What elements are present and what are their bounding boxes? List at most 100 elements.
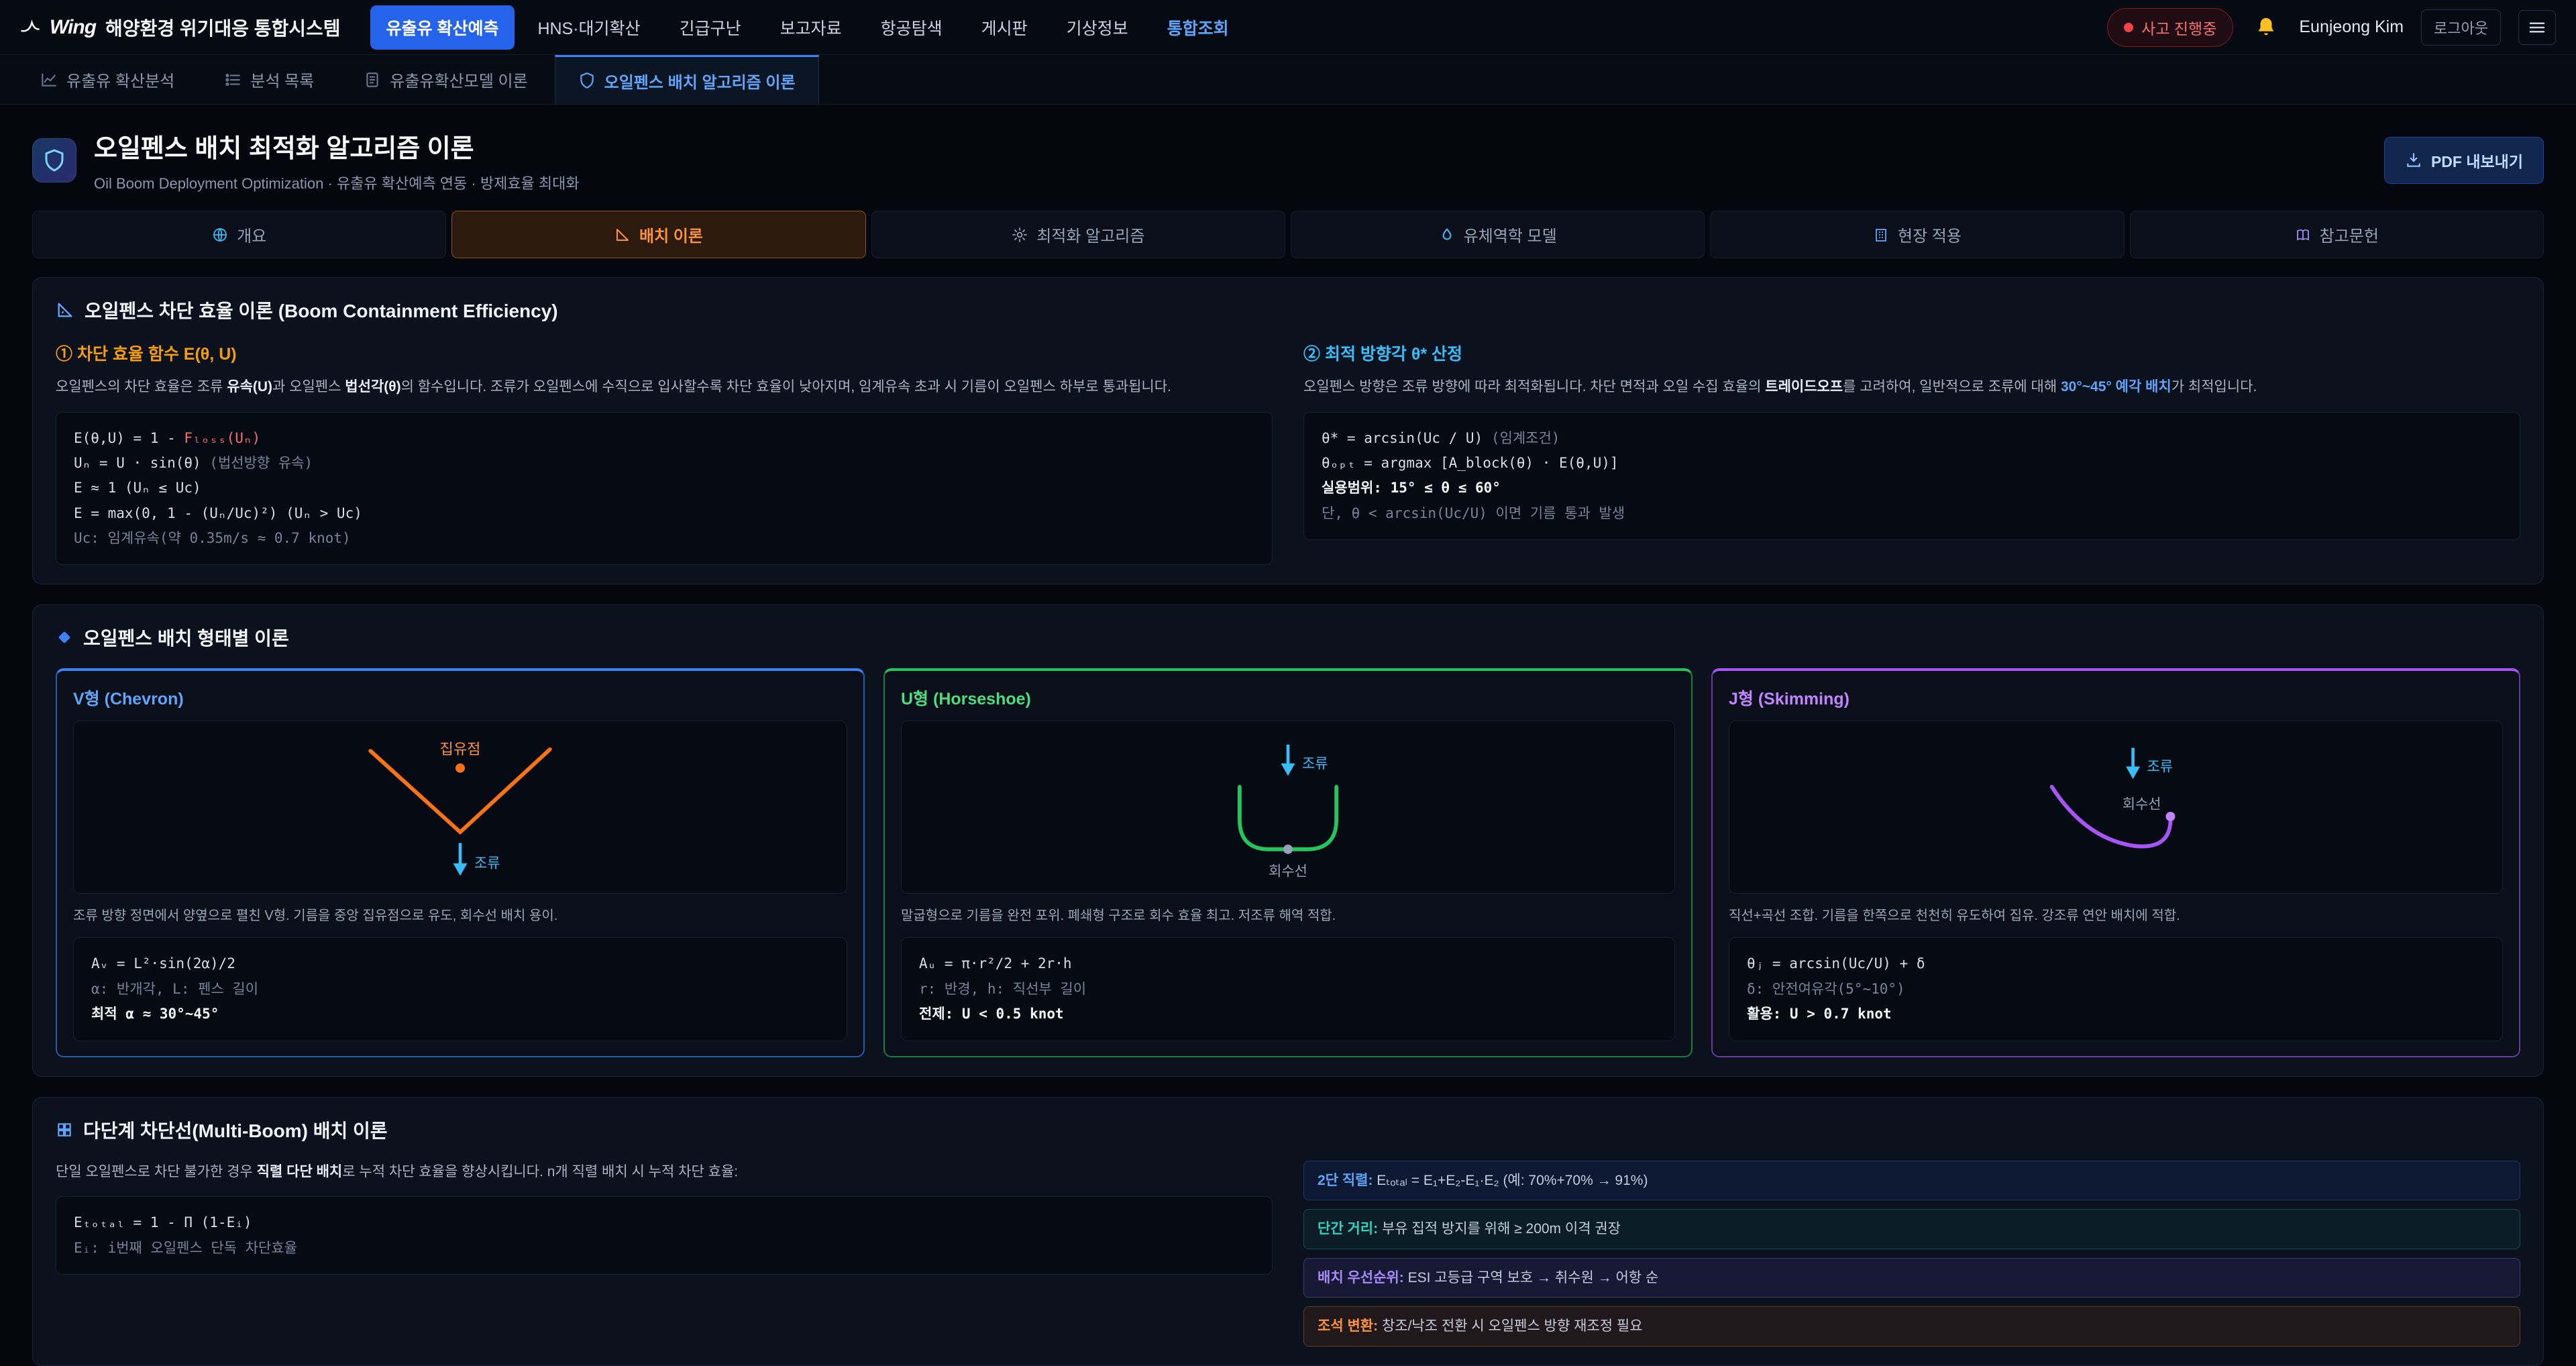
- multiboom-left-column: 단일 오일펜스로 차단 불가한 경우 직렬 다단 배치로 누적 차단 효율을 향…: [56, 1161, 1273, 1275]
- efficiency-left-column: ① 차단 효율 함수 E(θ, U) 오일펜스의 차단 효율은 조류 유속(U)…: [56, 341, 1273, 565]
- shape-card-skimming: J형 (Skimming) 조류 회수선 직선+곡선 조합. 기름을 한쪽으로 …: [1711, 668, 2520, 1057]
- globe-icon: [212, 227, 228, 243]
- card-title-row: 다단계 차단선(Multi-Boom) 배치 이론: [56, 1116, 2520, 1143]
- collection-point-label: 집유점: [440, 741, 481, 757]
- j-shape-diagram: 조류 회수선: [1729, 721, 2503, 894]
- bell-icon: [2255, 16, 2277, 39]
- tab-spill-analysis[interactable]: 유출유 확산분석: [17, 55, 197, 104]
- current-arrowhead: [2126, 767, 2140, 780]
- grid-icon: [56, 1121, 73, 1139]
- section-tab-label: 최적화 알고리즘: [1036, 223, 1144, 246]
- page-title-group: 오일펜스 배치 최적화 알고리즘 이론 Oil Boom Deployment …: [94, 127, 580, 193]
- logo-wordmark: Wing: [50, 16, 96, 39]
- set-square-icon: [614, 227, 631, 243]
- current-label: 조류: [474, 856, 500, 872]
- droplet-icon: [1439, 227, 1455, 243]
- section-tab-deployment-theory[interactable]: 배치 이론: [451, 211, 865, 258]
- v-boom-line: [370, 749, 550, 832]
- nav-item-weather[interactable]: 기상정보: [1051, 5, 1144, 50]
- building-icon: [1873, 227, 1889, 243]
- section-tab-optimization[interactable]: 최적화 알고리즘: [871, 211, 1285, 258]
- chart-icon: [40, 71, 58, 89]
- recovery-vessel-label: 회수선: [2123, 797, 2161, 812]
- u-shape-diagram: 조류 회수선: [901, 721, 1675, 894]
- card-title-row: 오일펜스 배치 형태별 이론: [56, 624, 2520, 651]
- pdf-export-label: PDF 내보내기: [2431, 149, 2523, 172]
- download-icon: [2405, 152, 2422, 169]
- tab-diffusion-model-theory[interactable]: 유출유확산모델 이론: [341, 55, 550, 104]
- section-tab-strip: 개요 배치 이론 최적화 알고리즘 유체역학 모델 현장 적용 참고문헌: [32, 211, 2544, 258]
- multiboom-note-row: 배치 우선순위: ESI 고등급 구역 보호 → 취수원 → 어항 순: [1303, 1258, 2520, 1298]
- section-tab-overview[interactable]: 개요: [32, 211, 446, 258]
- tab-boom-algorithm-theory[interactable]: 오일펜스 배치 알고리즘 이론: [555, 55, 819, 104]
- section-tab-references[interactable]: 참고문헌: [2130, 211, 2544, 258]
- card-title: 다단계 차단선(Multi-Boom) 배치 이론: [83, 1116, 388, 1143]
- section-tab-hydrodynamics[interactable]: 유체역학 모델: [1291, 211, 1705, 258]
- sub-tab-bar: 유출유 확산분석 분석 목록 유출유확산모델 이론 오일펜스 배치 알고리즘 이…: [0, 55, 2576, 105]
- tab-label: 분석 목록: [250, 68, 314, 91]
- page-title: 오일펜스 배치 최적화 알고리즘 이론: [94, 127, 580, 164]
- optimal-angle-heading: ② 최적 방향각 θ* 산정: [1303, 341, 2520, 365]
- incident-label: 사고 진행중: [2141, 16, 2216, 39]
- tab-analysis-list[interactable]: 분석 목록: [201, 55, 337, 104]
- efficiency-formula-block: E(θ,U) = 1 - Fₗₒₛₛ(Uₙ) Uₙ = U · sin(θ) (…: [56, 412, 1273, 566]
- top-navigation-bar: Wing 해양환경 위기대응 통합시스템 유출유 확산예측 HNS·대기확산 긴…: [0, 0, 2576, 55]
- diamond-icon: [56, 629, 73, 646]
- recovery-vessel-label: 회수선: [1269, 864, 1307, 880]
- gear-icon: [1012, 227, 1028, 243]
- tab-label: 유출유 확산분석: [66, 68, 174, 91]
- main-content: 오일펜스 차단 효율 이론 (Boom Containment Efficien…: [0, 277, 2576, 1366]
- logout-button[interactable]: 로그아웃: [2421, 9, 2501, 46]
- multiboom-note-row: 2단 직렬: Eₜₒₜₐₗ = E₁+E₂-E₁·E₂ (예: 70%+70% …: [1303, 1161, 2520, 1201]
- nav-item-board[interactable]: 게시판: [965, 5, 1044, 50]
- section-tab-label: 현장 적용: [1898, 223, 1962, 246]
- multiboom-note-row: 조석 변환: 창조/낙조 전환 시 오일펜스 방향 재조정 필요: [1303, 1306, 2520, 1347]
- book-icon: [2295, 227, 2311, 243]
- recovery-vessel-dot: [1283, 845, 1293, 854]
- section-tab-field-application[interactable]: 현장 적용: [1710, 211, 2124, 258]
- page-header: 오일펜스 배치 최적화 알고리즘 이론 Oil Boom Deployment …: [0, 105, 2576, 211]
- current-label: 조류: [1302, 756, 1328, 772]
- section-tab-label: 배치 이론: [639, 223, 703, 246]
- nav-item-integrated-search[interactable]: 통합조회: [1151, 5, 1245, 50]
- set-square-icon: [56, 301, 74, 319]
- document-icon: [364, 71, 381, 89]
- main-nav: 유출유 확산예측 HNS·대기확산 긴급구난 보고자료 항공탐색 게시판 기상정…: [370, 5, 2078, 50]
- page-subtitle: Oil Boom Deployment Optimization · 유출유 확…: [94, 172, 580, 193]
- boom-efficiency-card: 오일펜스 차단 효율 이론 (Boom Containment Efficien…: [32, 277, 2544, 584]
- multiboom-paragraph: 단일 오일펜스로 차단 불가한 경우 직렬 다단 배치로 누적 차단 효율을 향…: [56, 1161, 1273, 1184]
- nav-item-emergency-rescue[interactable]: 긴급구난: [663, 5, 757, 50]
- incident-status-badge[interactable]: 사고 진행중: [2107, 8, 2233, 47]
- shape-title: U형 (Horseshoe): [901, 686, 1675, 710]
- topbar-right-cluster: 사고 진행중 Eunjeong Kim 로그아웃: [2107, 8, 2556, 47]
- optimal-angle-formula-block: θ* = arcsin(Uc / U) (임계조건) θₒₚₜ = argmax…: [1303, 412, 2520, 541]
- nav-item-hns-atmospheric[interactable]: HNS·대기확산: [521, 5, 656, 50]
- multiboom-note-row: 단간 거리: 부유 집적 방지를 위해 ≥ 200m 이격 권장: [1303, 1209, 2520, 1249]
- shape-formula-block: Aᵥ = L²·sin(2α)/2 α: 반개각, L: 펜스 길이 최적 α …: [73, 937, 847, 1041]
- nav-item-spill-prediction[interactable]: 유출유 확산예측: [370, 5, 515, 50]
- shape-title: V형 (Chevron): [73, 686, 847, 710]
- card-title-row: 오일펜스 차단 효율 이론 (Boom Containment Efficien…: [56, 297, 2520, 323]
- shape-formula-block: θⱼ = arcsin(Uc/U) + δ δ: 안전여유각(5°~10°) 활…: [1729, 937, 2503, 1041]
- shape-caption: 조류 방향 정면에서 양옆으로 펼친 V형. 기름을 중앙 집유점으로 유도, …: [73, 906, 847, 927]
- pdf-export-button[interactable]: PDF 내보내기: [2384, 137, 2544, 184]
- shape-caption: 말굽형으로 기름을 완전 포위. 폐쇄형 구조로 회수 효율 최고. 저조류 해…: [901, 906, 1675, 927]
- notifications-button[interactable]: [2251, 12, 2282, 43]
- nav-item-reports[interactable]: 보고자료: [764, 5, 858, 50]
- wing-logo-icon: [20, 17, 40, 38]
- v-shape-diagram: 집유점 조류: [73, 721, 847, 894]
- optimal-angle-paragraph: 오일펜스 방향은 조류 방향에 따라 최적화됩니다. 차단 면적과 오일 수집 …: [1303, 376, 2520, 399]
- tab-label: 오일펜스 배치 알고리즘 이론: [604, 69, 796, 93]
- efficiency-function-paragraph: 오일펜스의 차단 효율은 조류 유속(U)과 오일펜스 법선각(θ)의 함수입니…: [56, 376, 1273, 399]
- app-title: 해양환경 위기대응 통합시스템: [105, 14, 340, 41]
- current-arrowhead: [1281, 764, 1295, 776]
- current-arrowhead: [453, 863, 468, 876]
- shape-card-chevron: V형 (Chevron) 집유점 조류 조류 방향 정면에서 양옆으로 펼친 V…: [56, 668, 865, 1057]
- shape-title: J형 (Skimming): [1729, 686, 2503, 710]
- multiboom-columns: 단일 오일펜스로 차단 불가한 경우 직렬 다단 배치로 누적 차단 효율을 향…: [56, 1161, 2520, 1347]
- shape-caption: 직선+곡선 조합. 기름을 한쪽으로 천천히 유도하여 집유. 강조류 연안 배…: [1729, 906, 2503, 927]
- hamburger-menu-button[interactable]: [2518, 10, 2556, 45]
- nav-item-aerial-search[interactable]: 항공탐색: [865, 5, 959, 50]
- shape-card-horseshoe: U형 (Horseshoe) 조류 회수선 말굽형으로 기름을 완전 포위. 폐…: [883, 668, 1693, 1057]
- card-title: 오일펜스 배치 형태별 이론: [83, 624, 289, 651]
